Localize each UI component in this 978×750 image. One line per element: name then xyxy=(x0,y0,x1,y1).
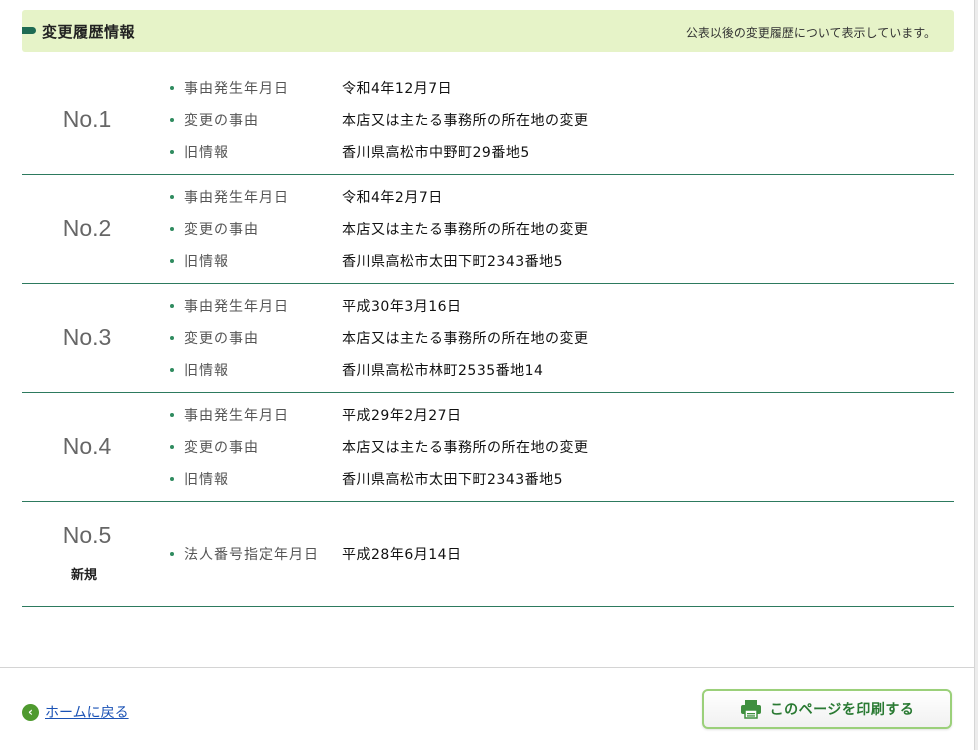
field-label: 事由発生年月日 xyxy=(184,408,289,424)
field-label: 事由発生年月日 xyxy=(184,299,289,315)
history-record: No.5 新規 法人番号指定年月日 平成28年6月14日 xyxy=(22,502,954,607)
history-record: No.3 事由発生年月日 平成30年3月16日 変更の事由 本店又は主たる事務所… xyxy=(22,284,954,393)
section-note: 公表以後の変更履歴について表示しています。 xyxy=(685,26,936,40)
bullet-icon xyxy=(170,445,174,449)
bullet-icon xyxy=(170,477,174,481)
field-label: 変更の事由 xyxy=(184,113,259,129)
home-link[interactable]: ‹ ホームに戻る xyxy=(22,702,129,722)
field-date: 事由発生年月日 令和4年2月7日 xyxy=(170,187,930,207)
field-date: 事由発生年月日 平成30年3月16日 xyxy=(170,296,930,316)
record-number: No.3 xyxy=(62,324,112,350)
footer-divider xyxy=(0,667,974,668)
home-link-label: ホームに戻る xyxy=(45,705,129,721)
bullet-icon xyxy=(170,368,174,372)
bullet-icon xyxy=(170,86,174,90)
bullet-icon xyxy=(170,227,174,231)
field-value: 香川県高松市太田下町2343番地5 xyxy=(342,254,564,270)
field-date: 事由発生年月日 平成29年2月27日 xyxy=(170,405,930,425)
bullet-icon xyxy=(170,413,174,417)
printer-icon xyxy=(740,700,761,719)
field-reason: 変更の事由 本店又は主たる事務所の所在地の変更 xyxy=(170,328,930,348)
field-value: 令和4年12月7日 xyxy=(342,81,453,97)
field-value: 香川県高松市太田下町2343番地5 xyxy=(342,472,564,488)
field-label: 変更の事由 xyxy=(184,440,259,456)
field-value: 本店又は主たる事務所の所在地の変更 xyxy=(342,331,589,347)
field-reason: 変更の事由 本店又は主たる事務所の所在地の変更 xyxy=(170,110,930,130)
field-label: 旧情報 xyxy=(184,363,229,379)
field-value: 平成28年6月14日 xyxy=(342,547,462,563)
chevron-left-circle-icon: ‹ xyxy=(22,703,39,721)
field-label: 変更の事由 xyxy=(184,331,259,347)
bullet-icon xyxy=(170,304,174,308)
record-number: No.2 xyxy=(62,215,112,241)
section-title: 変更履歴情報 xyxy=(42,23,136,41)
bullet-icon xyxy=(170,118,174,122)
field-designation-date: 法人番号指定年月日 平成28年6月14日 xyxy=(170,544,930,564)
field-value: 本店又は主たる事務所の所在地の変更 xyxy=(342,440,589,456)
history-record: No.1 事由発生年月日 令和4年12月7日 変更の事由 本店又は主たる事務所の… xyxy=(22,66,954,175)
field-value: 本店又は主たる事務所の所在地の変更 xyxy=(342,113,589,129)
field-label: 旧情報 xyxy=(184,254,229,270)
field-value: 香川県高松市林町2535番地14 xyxy=(342,363,544,379)
field-label: 事由発生年月日 xyxy=(184,190,289,206)
print-button-label: このページを印刷する xyxy=(769,702,915,718)
bullet-icon xyxy=(170,336,174,340)
record-number: No.4 xyxy=(62,433,112,459)
bullet-icon xyxy=(170,552,174,556)
field-label: 旧情報 xyxy=(184,472,229,488)
field-old-info: 旧情報 香川県高松市太田下町2343番地5 xyxy=(170,469,930,489)
bullet-icon xyxy=(170,259,174,263)
field-old-info: 旧情報 香川県高松市中野町29番地5 xyxy=(170,142,930,162)
field-label: 旧情報 xyxy=(184,145,229,161)
history-record: No.4 事由発生年月日 平成29年2月27日 変更の事由 本店又は主たる事務所… xyxy=(22,393,954,502)
print-button[interactable]: このページを印刷する xyxy=(702,689,952,729)
field-value: 令和4年2月7日 xyxy=(342,190,443,206)
field-reason: 変更の事由 本店又は主たる事務所の所在地の変更 xyxy=(170,437,930,457)
field-label: 事由発生年月日 xyxy=(184,81,289,97)
field-label: 変更の事由 xyxy=(184,222,259,238)
page: 変更履歴情報 公表以後の変更履歴について表示しています。 No.1 事由発生年月… xyxy=(0,0,975,750)
field-value: 本店又は主たる事務所の所在地の変更 xyxy=(342,222,589,238)
field-value: 平成29年2月27日 xyxy=(342,408,462,424)
field-value: 平成30年3月16日 xyxy=(342,299,462,315)
bullet-icon xyxy=(170,195,174,199)
header-marker xyxy=(22,27,36,34)
record-number: No.5 xyxy=(62,522,112,548)
field-label: 法人番号指定年月日 xyxy=(184,547,319,563)
field-old-info: 旧情報 香川県高松市林町2535番地14 xyxy=(170,360,930,380)
section-header: 変更履歴情報 公表以後の変更履歴について表示しています。 xyxy=(22,10,954,52)
history-record: No.2 事由発生年月日 令和4年2月7日 変更の事由 本店又は主たる事務所の所… xyxy=(22,175,954,284)
bullet-icon xyxy=(170,150,174,154)
field-value: 香川県高松市中野町29番地5 xyxy=(342,145,530,161)
field-reason: 変更の事由 本店又は主たる事務所の所在地の変更 xyxy=(170,219,930,239)
field-old-info: 旧情報 香川県高松市太田下町2343番地5 xyxy=(170,251,930,271)
record-number: No.1 xyxy=(62,106,112,132)
record-sub-label: 新規 xyxy=(70,568,97,583)
field-date: 事由発生年月日 令和4年12月7日 xyxy=(170,78,930,98)
